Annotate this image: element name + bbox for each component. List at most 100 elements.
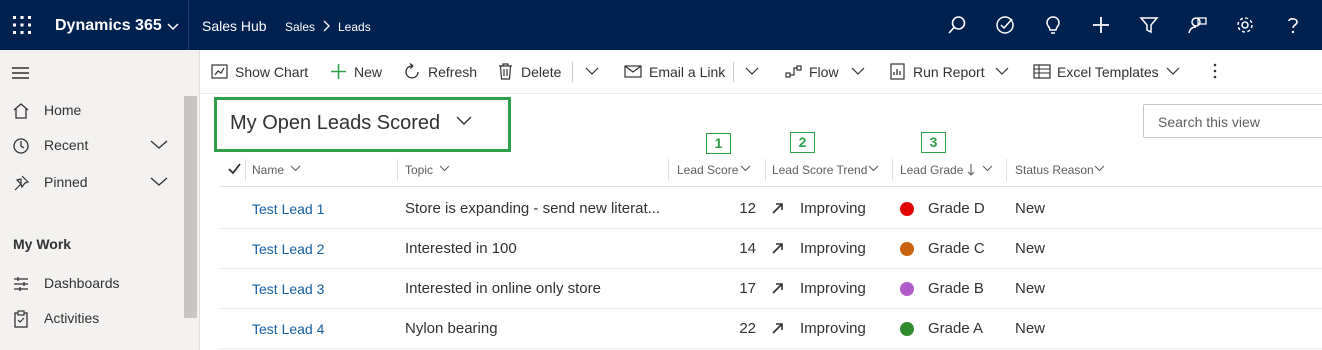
breadcrumb-leads[interactable]: Leads <box>338 20 371 34</box>
refresh-button[interactable]: Refresh <box>404 63 479 81</box>
section-title-my-work: My Work <box>13 236 72 252</box>
chevron-down-icon <box>439 165 450 172</box>
trend-up-arrow-icon <box>772 202 784 214</box>
sidebar-item-label: Recent <box>44 137 89 153</box>
refresh-icon <box>404 63 421 80</box>
more-options-icon[interactable] <box>1213 63 1219 81</box>
grade-color-dot <box>900 202 914 216</box>
select-all-checkmark-icon[interactable] <box>228 163 241 175</box>
chevron-down-icon[interactable] <box>150 177 168 187</box>
column-header-lead-grade[interactable]: Lead Grade <box>892 153 1006 187</box>
hamburger-menu-icon[interactable] <box>12 66 30 80</box>
search-view-box[interactable]: Search this view <box>1143 104 1322 138</box>
pin-icon <box>12 174 30 192</box>
search-input-placeholder: Search this view <box>1158 114 1260 130</box>
column-header-status-reason[interactable]: Status Reason <box>1006 153 1206 187</box>
top-navigation-bar: Dynamics 365 Sales Hub Sales Leads <box>0 0 1322 50</box>
chevron-down-icon[interactable] <box>456 116 472 126</box>
task-check-icon[interactable] <box>995 15 1015 35</box>
chevron-down-icon[interactable] <box>166 19 180 33</box>
chevron-down-icon[interactable] <box>1166 67 1180 85</box>
lead-name-link[interactable]: Test Lead 2 <box>252 241 324 257</box>
assistant-icon[interactable] <box>1187 15 1207 35</box>
filter-icon[interactable] <box>1139 15 1159 35</box>
column-header-lead-score[interactable]: Lead Score <box>668 153 765 187</box>
lead-name-link[interactable]: Test Lead 4 <box>252 321 324 337</box>
trend-up-arrow-icon <box>772 242 784 254</box>
lead-topic: Nylon bearing <box>405 320 498 337</box>
gear-icon[interactable] <box>1235 15 1255 35</box>
hub-name[interactable]: Sales Hub <box>202 18 267 34</box>
table-row[interactable]: Test Lead 4 Nylon bearing 22 Improving G… <box>220 309 1322 349</box>
status-reason: New <box>1015 200 1046 217</box>
column-marker-2: 2 <box>790 132 815 153</box>
clock-icon <box>12 137 30 155</box>
sidebar-item-dashboards[interactable]: Dashboards <box>0 266 182 300</box>
sidebar-item-recent[interactable]: Recent <box>0 128 182 162</box>
delete-button[interactable]: Delete <box>497 63 565 81</box>
search-icon[interactable] <box>947 15 967 35</box>
column-header-name[interactable]: Name <box>245 153 397 187</box>
status-reason: New <box>1015 280 1046 297</box>
app-name[interactable]: Dynamics 365 <box>55 17 162 35</box>
sidebar-item-label: Home <box>44 102 82 118</box>
lead-score-trend: Improving <box>800 240 866 257</box>
sidebar-item-activities[interactable]: Activities <box>0 301 182 335</box>
app-launcher-icon[interactable] <box>12 15 32 35</box>
plus-icon <box>330 63 347 80</box>
chevron-down-icon[interactable] <box>150 140 168 150</box>
flow-icon <box>785 63 803 80</box>
flow-button[interactable]: Flow <box>785 63 840 81</box>
run-report-button[interactable]: Run Report <box>889 63 985 81</box>
table-row[interactable]: Test Lead 1 Store is expanding - send ne… <box>220 189 1322 229</box>
divider <box>733 62 734 82</box>
new-button[interactable]: New <box>330 63 385 81</box>
sidebar-item-pinned[interactable]: Pinned <box>0 165 182 199</box>
chevron-down-icon <box>290 165 301 172</box>
help-icon[interactable] <box>1283 15 1303 35</box>
lead-topic: Interested in 100 <box>405 240 517 257</box>
grid-header-row: Name Topic Lead Score Lead Score Trend L… <box>220 153 1322 187</box>
chevron-down-icon[interactable] <box>745 67 759 85</box>
lead-name-link[interactable]: Test Lead 1 <box>252 201 324 217</box>
plus-icon[interactable] <box>1091 15 1111 35</box>
table-row[interactable]: Test Lead 2 Interested in 100 14 Improvi… <box>220 229 1322 269</box>
chevron-down-icon[interactable] <box>585 67 599 85</box>
chevron-down-icon[interactable] <box>995 67 1009 85</box>
lightbulb-icon[interactable] <box>1043 15 1063 35</box>
home-icon <box>12 102 30 120</box>
lead-name-link[interactable]: Test Lead 3 <box>252 281 324 297</box>
chevron-down-icon[interactable] <box>851 67 865 85</box>
grade-color-dot <box>900 322 914 336</box>
show-chart-button[interactable]: Show Chart <box>211 63 311 81</box>
trend-up-arrow-icon <box>772 282 784 294</box>
excel-templates-button[interactable]: Excel Templates <box>1033 63 1159 81</box>
chevron-right-icon <box>321 20 331 32</box>
column-header-lead-score-trend[interactable]: Lead Score Trend <box>765 153 892 187</box>
sort-descending-icon <box>967 164 975 176</box>
lead-topic: Interested in online only store <box>405 280 601 297</box>
lead-grade: Grade A <box>928 320 984 337</box>
table-row[interactable]: Test Lead 3 Interested in online only st… <box>220 269 1322 309</box>
trend-up-arrow-icon <box>772 322 784 334</box>
chevron-down-icon <box>740 165 751 172</box>
lead-topic: Store is expanding - send new literat... <box>405 200 661 217</box>
dashboard-icon <box>12 275 30 293</box>
lead-grade: Grade D <box>928 200 985 217</box>
email-link-button[interactable]: Email a Link <box>624 63 725 81</box>
email-icon <box>624 63 642 80</box>
clipboard-icon <box>12 310 30 328</box>
column-header-topic[interactable]: Topic <box>397 153 667 187</box>
lead-grade: Grade C <box>928 240 985 257</box>
sidebar-item-label: Activities <box>44 310 100 326</box>
breadcrumb-sales[interactable]: Sales <box>285 20 315 34</box>
report-icon <box>889 63 906 80</box>
lead-score: 22 <box>739 320 756 337</box>
trash-icon <box>497 63 514 80</box>
lead-grade: Grade B <box>928 280 984 297</box>
excel-icon <box>1033 63 1051 80</box>
view-selector-title[interactable]: My Open Leads Scored <box>230 112 440 135</box>
sidebar-scrollbar[interactable] <box>184 96 197 318</box>
sidebar-item-home[interactable]: Home <box>0 93 182 127</box>
divider <box>188 0 189 50</box>
